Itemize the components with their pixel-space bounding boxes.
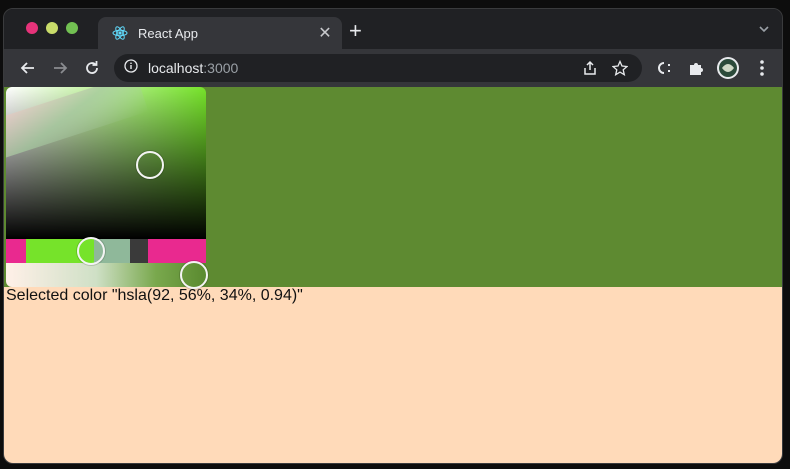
hue-pointer[interactable] <box>77 237 106 265</box>
gradient-artifact <box>6 87 149 161</box>
kebab-menu-icon[interactable] <box>752 58 772 78</box>
page-content: Selected color "hsla(92, 56%, 34%, 0.94)… <box>4 87 782 463</box>
browser-window: React App ✕ + localhost:3000 Selected co… <box>3 8 783 464</box>
tab-close-icon[interactable]: ✕ <box>314 23 336 43</box>
new-tab-button[interactable]: + <box>349 20 362 42</box>
url-port: :3000 <box>203 60 239 76</box>
back-icon[interactable] <box>18 58 38 78</box>
share-icon[interactable] <box>582 59 598 77</box>
window-maximize-button[interactable] <box>66 22 78 34</box>
url-text: localhost:3000 <box>148 60 238 76</box>
title-bar: React App ✕ + <box>4 9 782 49</box>
selected-color-label: Selected color "hsla(92, 56%, 34%, 0.94)… <box>6 287 303 304</box>
forward-icon[interactable] <box>50 58 70 78</box>
alpha-slider[interactable] <box>6 263 206 287</box>
extensions-puzzle-icon[interactable] <box>686 58 706 78</box>
saturation-area[interactable] <box>6 87 206 239</box>
browser-toolbar: localhost:3000 <box>4 49 782 87</box>
alpha-pointer[interactable] <box>180 261 208 289</box>
profile-avatar[interactable] <box>716 56 740 80</box>
info-icon[interactable] <box>124 58 138 78</box>
window-close-button[interactable] <box>26 22 38 34</box>
react-icon <box>112 25 128 41</box>
extension-c-icon[interactable] <box>654 58 674 78</box>
url-host: localhost <box>148 60 204 76</box>
reload-icon[interactable] <box>82 58 102 78</box>
color-picker <box>6 87 208 289</box>
bookmark-star-icon[interactable] <box>612 59 628 77</box>
tab-react-app[interactable]: React App ✕ <box>98 17 342 49</box>
tab-title: React App <box>138 25 198 41</box>
address-bar[interactable]: localhost:3000 <box>114 54 642 82</box>
chevron-down-icon[interactable] <box>758 22 770 40</box>
hue-slider[interactable] <box>6 239 206 263</box>
window-minimize-button[interactable] <box>46 22 58 34</box>
